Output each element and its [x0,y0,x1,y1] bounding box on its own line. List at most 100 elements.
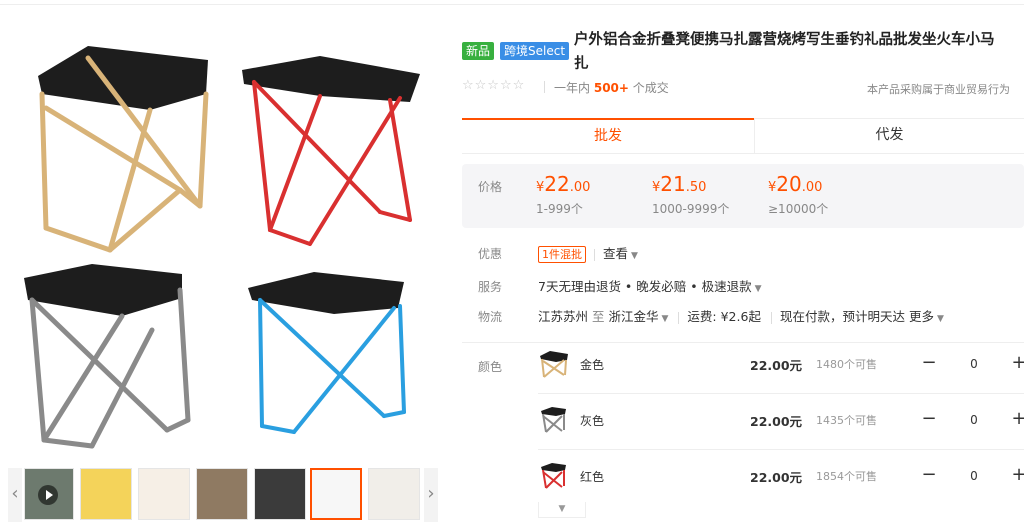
decrease-button[interactable]: − [916,464,942,488]
chevron-down-icon: ▼ [558,504,566,514]
price-integer: 21 [660,172,686,196]
thumbnail[interactable] [80,468,132,520]
sku-name: 红色 [580,470,605,484]
product-gallery: ‹ › [8,10,444,522]
thumbnail[interactable] [368,468,420,520]
chevron-down-icon: ▼ [936,314,944,324]
sku-name: 金色 [580,358,605,372]
service-label: 服务 [478,280,503,294]
play-icon [38,485,58,505]
promo-label: 优惠 [478,247,503,261]
logistics-to[interactable]: 浙江金华 [609,309,659,324]
promo-row: 优惠 1件混批 查看 ▼ [462,244,1024,264]
promo-view-link[interactable]: 查看 [603,246,628,261]
price-decimal: .00 [801,180,823,195]
delivery-text: 现在付款，预计明天达 [779,309,905,324]
price-range: ≥10000个 [768,202,829,216]
tab-dropship[interactable]: 代发 [754,118,1024,154]
product-title-line2: 扎 [574,56,589,72]
main-product-image[interactable] [8,10,444,460]
price-box: 价格 ¥22.00 1-999个 ¥21.50 1000-9999个 ¥20.0… [462,164,1024,228]
stats-row: ☆☆☆☆☆ 一年内 500+ 个成交 本产品采购属于商业贸易行为 [462,78,1024,96]
trade-notice: 本产品采购属于商业贸易行为 [867,83,1010,96]
quantity-stepper: − 0 + [916,352,1024,376]
price-decimal: .50 [685,180,707,195]
thumbnail-next-button[interactable]: › [424,468,438,522]
thumbnail-prev-button[interactable]: ‹ [8,468,22,522]
decrease-button[interactable]: − [916,408,942,432]
logistics-row: 物流 江苏苏州 至 浙江金华 ▼ 运费: ¥2.6起 现在付款，预计明天达 更多 ▼ [462,307,1024,327]
sku-stock: 1435个可售 [816,414,877,427]
increase-button[interactable]: + [1006,408,1024,432]
chevron-down-icon: ▼ [754,284,762,294]
chair-red-image [242,56,420,246]
rating-stars-icon: ☆☆☆☆☆ [462,78,526,93]
sales-summary: 一年内 500+ 个成交 [554,79,669,96]
freight-text: 运费: ¥2.6起 [687,309,761,324]
sku-thumbnail [538,348,570,380]
thumbnail[interactable] [138,468,190,520]
thumbnail[interactable] [254,468,306,520]
purchase-tabs: 批发 代发 [462,118,1024,154]
sku-price: 22.00元 [750,470,803,485]
stats-divider [544,81,545,93]
service-row: 服务 7天无理由退货 • 晚发必赔 • 极速退款 ▼ [462,277,1024,297]
logistics-from[interactable]: 江苏苏州 [538,309,588,324]
price-range: 1000-9999个 [652,202,730,216]
chevron-down-icon: ▼ [631,251,638,261]
cross-border-badge: 跨境Select [500,42,570,60]
decrease-button[interactable]: − [916,352,942,376]
product-title: 户外铝合金折叠凳便携马扎露营烧烤写生垂钓礼品批发坐火车小马 [574,32,995,48]
service-value[interactable]: 7天无理由退货 • 晚发必赔 • 极速退款 ▼ [538,277,762,299]
logistics-value: 江苏苏州 至 浙江金华 ▼ 运费: ¥2.6起 现在付款，预计明天达 更多 ▼ [538,307,944,329]
price-tier: ¥22.00 1-999个 [536,172,590,217]
increase-button[interactable]: + [1006,464,1024,488]
chair-blue-image [248,272,406,434]
chair-gray-image [24,264,191,449]
price-tier: ¥21.50 1000-9999个 [652,172,729,217]
thumbnail-active[interactable] [310,468,362,520]
tab-wholesale[interactable]: 批发 [462,118,754,154]
increase-button[interactable]: + [1006,352,1024,376]
title-row: 新品 跨境Select 户外铝合金折叠凳便携马扎露营烧烤写生垂钓礼品批发坐火车小… [462,22,1024,72]
price-decimal: .00 [569,180,591,195]
price-integer: 20 [776,172,802,196]
sku-thumbnail [538,460,570,492]
logistics-label: 物流 [478,310,503,324]
logistics-to-word: 至 [592,309,605,324]
logistics-more-link[interactable]: 更多 [909,309,934,324]
price-range: 1-999个 [536,202,583,216]
sku-thumbnail [538,404,570,436]
sku-stock: 1480个可售 [816,358,877,371]
new-badge: 新品 [462,42,495,60]
expand-colors-button[interactable]: ▼ [538,502,586,518]
sku-price: 22.00元 [750,358,803,373]
top-divider [0,4,1024,5]
promo-tag: 1件混批 [538,246,586,263]
thumbnail-strip: ‹ › [8,468,444,522]
sales-count: 500+ [593,81,629,95]
promo-value: 1件混批 查看 ▼ [538,244,638,266]
quantity-stepper: − 0 + [916,464,1024,488]
thumbnail-video[interactable] [24,468,74,520]
product-info-panel: 新品 跨境Select 户外铝合金折叠凳便携马扎露营烧烤写生垂钓礼品批发坐火车小… [462,18,1024,524]
color-label: 颜色 [478,360,503,374]
quantity-input[interactable]: 0 [946,408,1002,432]
sales-suffix: 个成交 [632,81,669,95]
quantity-input[interactable]: 0 [946,464,1002,488]
sku-price: 22.00元 [750,414,803,429]
price-label: 价格 [478,180,503,194]
price-tier: ¥20.00 ≥10000个 [768,172,828,217]
sku-row-gold: 金色 22.00元 1480个可售 − 0 + [538,338,1024,394]
thumbnail[interactable] [196,468,248,520]
chevron-down-icon: ▼ [661,314,669,324]
service-text: 7天无理由退货 • 晚发必赔 • 极速退款 [538,279,752,294]
quantity-stepper: − 0 + [916,408,1024,432]
sku-stock: 1854个可售 [816,470,877,483]
sku-row-red: 红色 22.00元 1854个可售 − 0 + [538,450,1024,506]
sales-prefix: 一年内 [554,81,591,95]
quantity-input[interactable]: 0 [946,352,1002,376]
sku-name: 灰色 [580,414,605,428]
chair-gold-image [38,46,209,253]
sku-row-gray: 灰色 22.00元 1435个可售 − 0 + [538,394,1024,450]
